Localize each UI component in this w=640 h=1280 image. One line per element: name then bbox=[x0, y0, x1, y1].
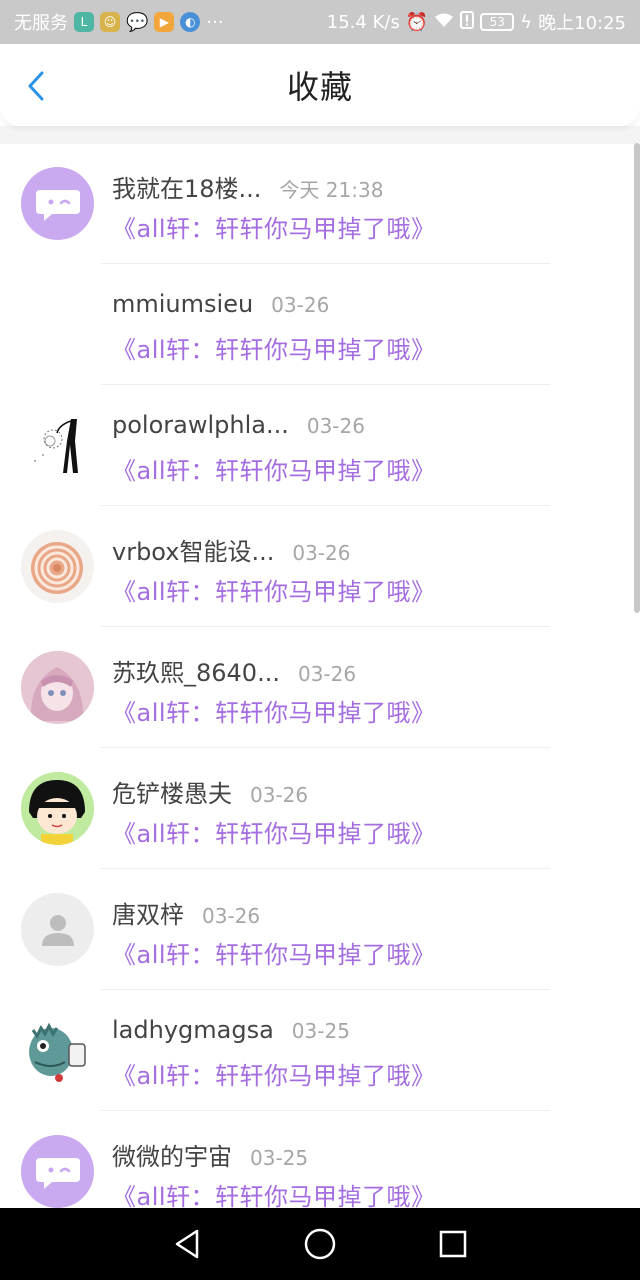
blank-avatar bbox=[21, 288, 94, 361]
favorite-title[interactable]: 《all轩：轩轩你马甲掉了哦》 bbox=[112, 935, 436, 970]
network-speed: 15.4 K/s bbox=[326, 11, 400, 33]
page-header: 收藏 bbox=[0, 44, 640, 126]
timestamp: 03-26 bbox=[250, 783, 309, 807]
status-bar-right: 15.4 K/s ⏰ 53 ϟ 晚上10:25 bbox=[327, 9, 626, 35]
battery-icon: 53 bbox=[480, 13, 515, 31]
status-bar: 无服务 L ☺ 💬 ▶ ◐ ··· 15.4 K/s ⏰ 53 ϟ 晚上10:2… bbox=[0, 0, 640, 44]
name-line: 唐双梓 03-26 bbox=[112, 895, 260, 930]
default-person-avatar bbox=[21, 893, 94, 966]
list-item[interactable]: vrbox智能设... 03-26 《all轩：轩轩你马甲掉了哦》 bbox=[0, 506, 640, 627]
contact-name: vrbox智能设... bbox=[112, 538, 275, 566]
carrier-label: 无服务 bbox=[14, 13, 68, 34]
contact-name: mmiumsieu bbox=[112, 290, 254, 318]
contact-name: 危铲楼愚夫 bbox=[112, 780, 232, 808]
charging-icon: ϟ bbox=[520, 11, 533, 33]
chevron-left-icon bbox=[28, 71, 44, 101]
list-item[interactable]: 危铲楼愚夫 03-26 《all轩：轩轩你马甲掉了哦》 bbox=[0, 748, 640, 869]
name-line: mmiumsieu 03-26 bbox=[112, 290, 329, 318]
nav-home-button[interactable] bbox=[298, 1222, 342, 1266]
list-item[interactable]: 我就在18楼... 今天 21:38 《all轩：轩轩你马甲掉了哦》 bbox=[0, 143, 640, 264]
name-line: ladhygmagsa 03-25 bbox=[112, 1016, 350, 1044]
name-line: 危铲楼愚夫 03-26 bbox=[112, 774, 308, 809]
favorite-title[interactable]: 《all轩：轩轩你马甲掉了哦》 bbox=[112, 1056, 436, 1091]
list-item[interactable]: mmiumsieu 03-26 《all轩：轩轩你马甲掉了哦》 bbox=[0, 264, 640, 385]
name-line: 我就在18楼... 今天 21:38 bbox=[112, 169, 383, 204]
timestamp: 03-26 bbox=[202, 904, 261, 928]
clock: 晚上10:25 bbox=[538, 13, 626, 34]
anime-girl-avatar bbox=[21, 651, 94, 724]
monster-avatar bbox=[21, 1014, 94, 1087]
purple-chat-avatar bbox=[21, 167, 94, 240]
contact-name: polorawlphla... bbox=[112, 411, 289, 439]
navigation-bar bbox=[0, 1208, 640, 1280]
status-bar-left: 无服务 L ☺ 💬 ▶ ◐ ··· bbox=[14, 9, 224, 35]
name-line: polorawlphla... 03-26 bbox=[112, 411, 365, 439]
purple-chat-avatar bbox=[21, 1135, 94, 1208]
alarm-icon: ⏰ bbox=[405, 11, 429, 33]
timestamp: 03-25 bbox=[291, 1019, 350, 1043]
contact-name: 苏玖熙_8640... bbox=[112, 659, 280, 687]
battery-level: 53 bbox=[489, 15, 505, 29]
sketch-figure-avatar bbox=[21, 409, 94, 482]
video-icon: ▶ bbox=[154, 12, 175, 32]
timestamp: 03-25 bbox=[250, 1146, 309, 1170]
timestamp: 今天 21:38 bbox=[279, 178, 384, 202]
wifi-icon bbox=[434, 12, 454, 33]
favorite-title[interactable]: 《all轩：轩轩你马甲掉了哦》 bbox=[112, 451, 436, 486]
contact-name: 唐双梓 bbox=[112, 901, 184, 929]
nav-home-icon bbox=[304, 1228, 336, 1260]
favorite-title[interactable]: 《all轩：轩轩你马甲掉了哦》 bbox=[112, 1177, 436, 1208]
contact-name: 我就在18楼... bbox=[112, 175, 262, 203]
timestamp: 03-26 bbox=[297, 662, 357, 686]
more-notifications: ··· bbox=[206, 11, 224, 33]
timestamp: 03-26 bbox=[306, 414, 365, 438]
nav-recents-icon bbox=[440, 1230, 467, 1258]
app-face-icon: ☺ bbox=[100, 12, 120, 32]
nav-recents-button[interactable] bbox=[431, 1222, 475, 1266]
nav-back-icon bbox=[175, 1229, 198, 1259]
favorite-title[interactable]: 《all轩：轩轩你马甲掉了哦》 bbox=[112, 572, 436, 607]
timestamp: 03-26 bbox=[292, 541, 351, 565]
browser-icon: ◐ bbox=[180, 12, 201, 32]
list-item[interactable]: 唐双梓 03-26 《all轩：轩轩你马甲掉了哦》 bbox=[0, 869, 640, 990]
wechat-icon: 💬 bbox=[126, 11, 149, 33]
name-line: 微微的宇宙 03-25 bbox=[112, 1137, 308, 1172]
alert-icon bbox=[460, 10, 475, 34]
back-button[interactable] bbox=[18, 66, 54, 106]
favorites-list: 我就在18楼... 今天 21:38 《all轩：轩轩你马甲掉了哦》 mmium… bbox=[0, 143, 640, 1208]
favorite-title[interactable]: 《all轩：轩轩你马甲掉了哦》 bbox=[112, 814, 436, 849]
favorite-title[interactable]: 《all轩：轩轩你马甲掉了哦》 bbox=[112, 693, 436, 728]
contact-name: 微微的宇宙 bbox=[112, 1143, 232, 1171]
timestamp: 03-26 bbox=[271, 293, 330, 317]
contact-name: ladhygmagsa bbox=[112, 1016, 274, 1044]
list-item[interactable]: ladhygmagsa 03-25 《all轩：轩轩你马甲掉了哦》 bbox=[0, 990, 640, 1111]
header-spacer bbox=[0, 126, 640, 144]
page-title: 收藏 bbox=[286, 68, 353, 106]
list-item[interactable]: polorawlphla... 03-26 《all轩：轩轩你马甲掉了哦》 bbox=[0, 385, 640, 506]
shell-avatar bbox=[21, 530, 94, 603]
cartoon-girl-avatar bbox=[21, 772, 94, 845]
favorite-title[interactable]: 《all轩：轩轩你马甲掉了哦》 bbox=[112, 209, 436, 244]
app-l-icon: L bbox=[74, 12, 94, 32]
scrollbar[interactable] bbox=[634, 143, 640, 613]
list-item[interactable]: 微微的宇宙 03-25 《all轩：轩轩你马甲掉了哦》 bbox=[0, 1111, 640, 1208]
name-line: 苏玖熙_8640... 03-26 bbox=[112, 653, 356, 688]
favorite-title[interactable]: 《all轩：轩轩你马甲掉了哦》 bbox=[112, 330, 436, 365]
list-item[interactable]: 苏玖熙_8640... 03-26 《all轩：轩轩你马甲掉了哦》 bbox=[0, 627, 640, 748]
name-line: vrbox智能设... 03-26 bbox=[112, 532, 350, 567]
nav-back-button[interactable] bbox=[165, 1222, 209, 1266]
